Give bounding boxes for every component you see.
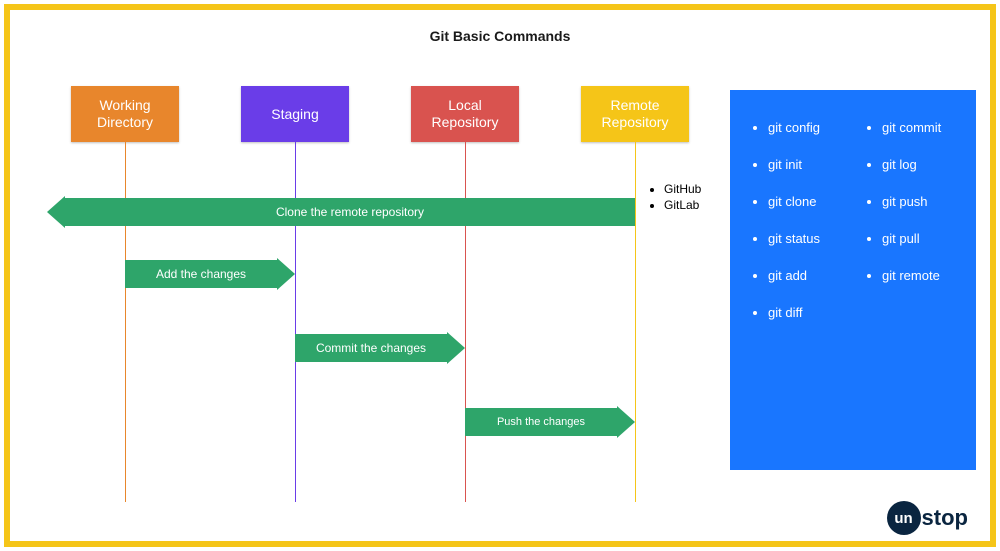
lane-local: Local Repository [411,86,519,142]
command-item: git commit [882,120,952,135]
command-item: git remote [882,268,952,283]
arrow-add: Add the changes [125,260,277,288]
arrow-head-right-icon [617,406,635,438]
outer-frame: Git Basic Commands Working Directory Sta… [4,4,996,547]
lane-label: Working Directory [75,97,175,131]
brand-logo: unstop [887,501,968,535]
page-title: Git Basic Commands [30,28,970,44]
command-item: git pull [882,231,952,246]
lane-remote: Remote Repository [581,86,689,142]
lane-label: Remote Repository [585,97,685,131]
remote-example-item: GitLab [664,198,701,212]
command-item: git log [882,157,952,172]
arrow-label: Commit the changes [316,341,426,355]
command-item: git diff [768,305,838,320]
arrow-head-left-icon [47,196,65,228]
arrow-label: Add the changes [156,267,246,281]
lane-label: Staging [271,106,318,123]
lane-staging: Staging [241,86,349,142]
lifeline-working [125,142,126,502]
lifeline-local [465,142,466,502]
logo-icon: un [887,501,921,535]
arrow-push: Push the changes [465,408,617,436]
lane-working: Working Directory [71,86,179,142]
commands-column-2: git commit git log git push git pull git… [868,120,952,446]
lane-label: Local Repository [415,97,515,131]
command-item: git push [882,194,952,209]
arrow-clone: Clone the remote repository [65,198,635,226]
command-item: git add [768,268,838,283]
command-item: git config [768,120,838,135]
remote-example-item: GitHub [664,182,701,196]
commands-column-1: git config git init git clone git status… [754,120,838,446]
arrow-commit: Commit the changes [295,334,447,362]
logo-text: stop [922,505,968,531]
remote-examples: GitHub GitLab [650,182,701,214]
arrow-label: Clone the remote repository [276,205,424,219]
arrow-head-right-icon [277,258,295,290]
arrow-label: Push the changes [497,416,585,428]
commands-panel: git config git init git clone git status… [730,90,976,470]
command-item: git status [768,231,838,246]
sequence-diagram: Working Directory Staging Local Reposito… [50,86,950,521]
arrow-head-right-icon [447,332,465,364]
lifeline-remote [635,142,636,502]
command-item: git clone [768,194,838,209]
lifeline-staging [295,142,296,502]
command-item: git init [768,157,838,172]
